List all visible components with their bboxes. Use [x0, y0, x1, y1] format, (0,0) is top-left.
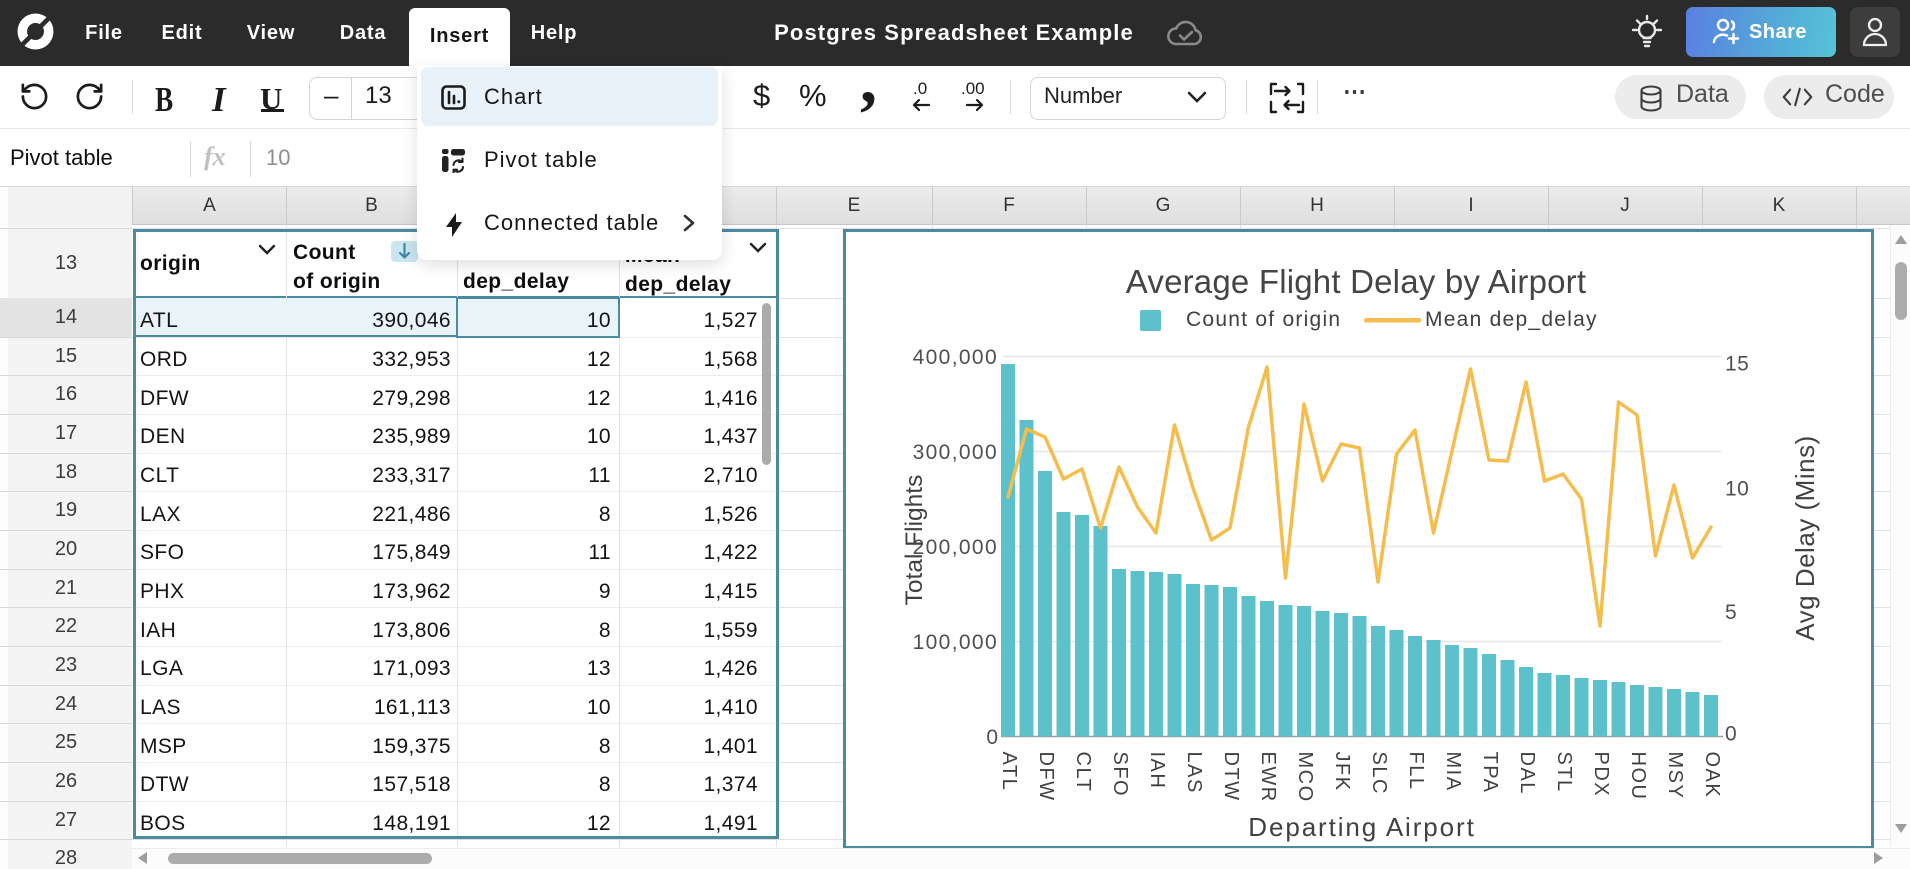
- svg-text:300,000: 300,000: [913, 441, 998, 464]
- svg-text:DAL: DAL: [1516, 752, 1538, 795]
- svg-text:Count of origin: Count of origin: [1186, 308, 1341, 331]
- svg-text:SLC: SLC: [1368, 752, 1390, 795]
- svg-text:Departing Airport: Departing Airport: [1248, 812, 1475, 842]
- svg-text:DTW: DTW: [1220, 752, 1242, 802]
- svg-text:400,000: 400,000: [913, 346, 998, 369]
- svg-text:FLL: FLL: [1405, 752, 1427, 791]
- svg-text:SFO: SFO: [1109, 752, 1131, 798]
- svg-text:JFK: JFK: [1331, 752, 1353, 792]
- svg-text:Avg Delay (Mins): Avg Delay (Mins): [1790, 435, 1820, 640]
- svg-text:.0: .0: [913, 79, 927, 98]
- svg-text:5: 5: [1725, 601, 1737, 624]
- svg-text:100,000: 100,000: [913, 631, 998, 654]
- svg-text:0: 0: [986, 726, 998, 749]
- svg-text:OAK: OAK: [1701, 752, 1723, 799]
- svg-text:LAS: LAS: [1183, 752, 1205, 794]
- svg-text:EWR: EWR: [1257, 752, 1279, 803]
- svg-text:Mean dep_delay: Mean dep_delay: [1425, 308, 1598, 331]
- svg-text:TPA: TPA: [1479, 752, 1501, 794]
- svg-text:Total Flights: Total Flights: [901, 475, 928, 606]
- svg-text:15: 15: [1725, 353, 1749, 376]
- svg-text:DFW: DFW: [1035, 752, 1057, 802]
- svg-text:HOU: HOU: [1627, 752, 1649, 801]
- svg-text:PDX: PDX: [1590, 752, 1612, 798]
- svg-text:CLT: CLT: [1072, 752, 1094, 793]
- svg-text:ATL: ATL: [998, 752, 1020, 792]
- svg-text:.00: .00: [961, 79, 985, 98]
- svg-text:MIA: MIA: [1442, 752, 1464, 792]
- svg-text:Average Flight Delay by Airpor: Average Flight Delay by Airport: [1126, 263, 1586, 300]
- svg-text:10: 10: [1725, 478, 1749, 501]
- svg-text:0: 0: [1725, 723, 1737, 746]
- svg-text:MCO: MCO: [1294, 752, 1316, 803]
- svg-text:IAH: IAH: [1146, 752, 1168, 790]
- svg-text:STL: STL: [1553, 752, 1575, 793]
- svg-text:MSY: MSY: [1664, 752, 1686, 800]
